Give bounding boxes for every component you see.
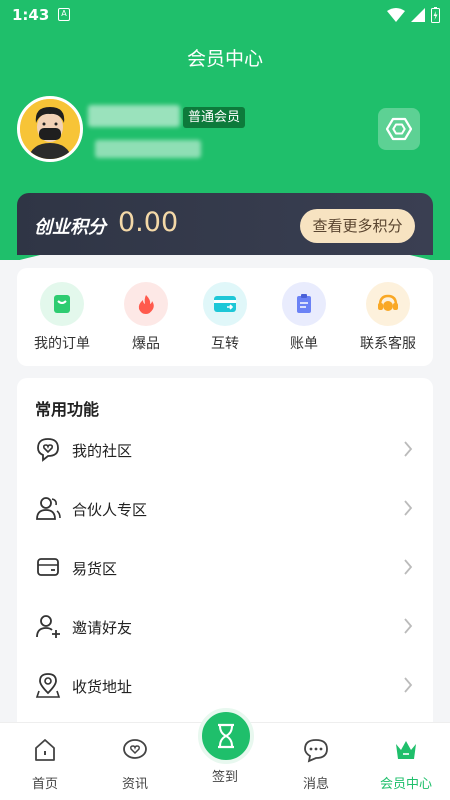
common-functions-card: 常用功能 我的社区 合伙人专区 易货区 邀请好友 收货地址 bbox=[17, 378, 433, 738]
order-icon bbox=[40, 282, 84, 326]
quick-action-label: 账单 bbox=[290, 336, 318, 352]
quick-action-label: 联系客服 bbox=[360, 336, 416, 352]
transfer-card-icon bbox=[203, 282, 247, 326]
status-icons bbox=[387, 7, 440, 23]
chevron-right-icon bbox=[404, 559, 413, 575]
signin-button[interactable] bbox=[198, 708, 254, 764]
function-label: 我的社区 bbox=[72, 442, 133, 460]
quick-action-label: 互转 bbox=[211, 336, 239, 352]
function-label: 合伙人专区 bbox=[72, 501, 148, 519]
quick-action-label: 爆品 bbox=[132, 336, 160, 352]
battery-icon bbox=[431, 7, 440, 23]
quick-actions-card: 我的订单 爆品 互转 账单 联系客服 bbox=[17, 268, 433, 366]
user-id-blurred bbox=[95, 140, 201, 158]
section-title: 常用功能 bbox=[35, 400, 100, 419]
quick-action-customer-service[interactable]: 联系客服 bbox=[348, 282, 428, 353]
function-item-community[interactable]: 我的社区 bbox=[17, 422, 433, 480]
function-label: 收货地址 bbox=[72, 678, 133, 696]
settings-button[interactable] bbox=[378, 108, 420, 150]
quick-action-orders[interactable]: 我的订单 bbox=[22, 282, 102, 353]
function-item-barter[interactable]: 易货区 bbox=[17, 540, 433, 598]
tab-label: 首页 bbox=[31, 777, 58, 792]
signin-label: 签到 bbox=[211, 770, 238, 785]
function-item-invite-friends[interactable]: 邀请好友 bbox=[17, 599, 433, 657]
tab-label: 资讯 bbox=[121, 777, 148, 792]
username-blurred bbox=[88, 105, 180, 127]
tab-label: 消息 bbox=[302, 777, 329, 792]
quick-action-transfer[interactable]: 互转 bbox=[185, 282, 265, 353]
message-icon bbox=[304, 739, 328, 763]
tab-news[interactable]: 资讯 bbox=[95, 737, 175, 792]
customer-service-icon bbox=[366, 282, 410, 326]
community-heart-icon bbox=[37, 438, 59, 462]
chevron-right-icon bbox=[404, 441, 413, 457]
notification-icon: A bbox=[58, 8, 70, 21]
points-card: 创业积分 0.00 查看更多积分 bbox=[17, 193, 433, 255]
bill-icon bbox=[282, 282, 326, 326]
location-icon bbox=[35, 673, 61, 698]
chevron-right-icon bbox=[404, 677, 413, 693]
tab-messages[interactable]: 消息 bbox=[276, 737, 356, 792]
status-time: 1:43 bbox=[12, 6, 50, 24]
points-label: 创业积分 bbox=[34, 217, 106, 238]
partners-icon bbox=[36, 497, 61, 520]
member-level-badge: 普通会员 bbox=[183, 107, 246, 128]
signal-icon bbox=[411, 8, 425, 22]
crown-icon bbox=[396, 741, 416, 759]
tab-label: 会员中心 bbox=[379, 777, 432, 792]
add-user-icon bbox=[36, 615, 60, 638]
tab-member-center[interactable]: 会员中心 bbox=[366, 737, 446, 792]
fire-icon bbox=[124, 282, 168, 326]
function-label: 邀请好友 bbox=[72, 619, 133, 637]
avatar[interactable] bbox=[17, 96, 83, 162]
hourglass-icon bbox=[218, 723, 234, 749]
view-more-points-button[interactable]: 查看更多积分 bbox=[300, 209, 415, 243]
chevron-right-icon bbox=[404, 618, 413, 634]
quick-action-hot[interactable]: 爆品 bbox=[106, 282, 186, 353]
wifi-icon bbox=[387, 8, 405, 22]
chevron-right-icon bbox=[404, 500, 413, 516]
quick-action-bill[interactable]: 账单 bbox=[264, 282, 344, 353]
tab-home[interactable]: 首页 bbox=[5, 737, 85, 792]
function-label: 易货区 bbox=[72, 560, 118, 578]
settings-hexagon-icon bbox=[386, 117, 412, 141]
wallet-icon bbox=[37, 558, 59, 576]
quick-action-label: 我的订单 bbox=[34, 336, 90, 352]
points-value: 0.00 bbox=[118, 207, 179, 238]
home-icon bbox=[35, 739, 55, 761]
heart-chat-icon bbox=[123, 739, 147, 759]
status-bar: 1:43 A bbox=[0, 0, 450, 32]
page-title: 会员中心 bbox=[186, 48, 263, 70]
function-item-partners[interactable]: 合伙人专区 bbox=[17, 481, 433, 539]
